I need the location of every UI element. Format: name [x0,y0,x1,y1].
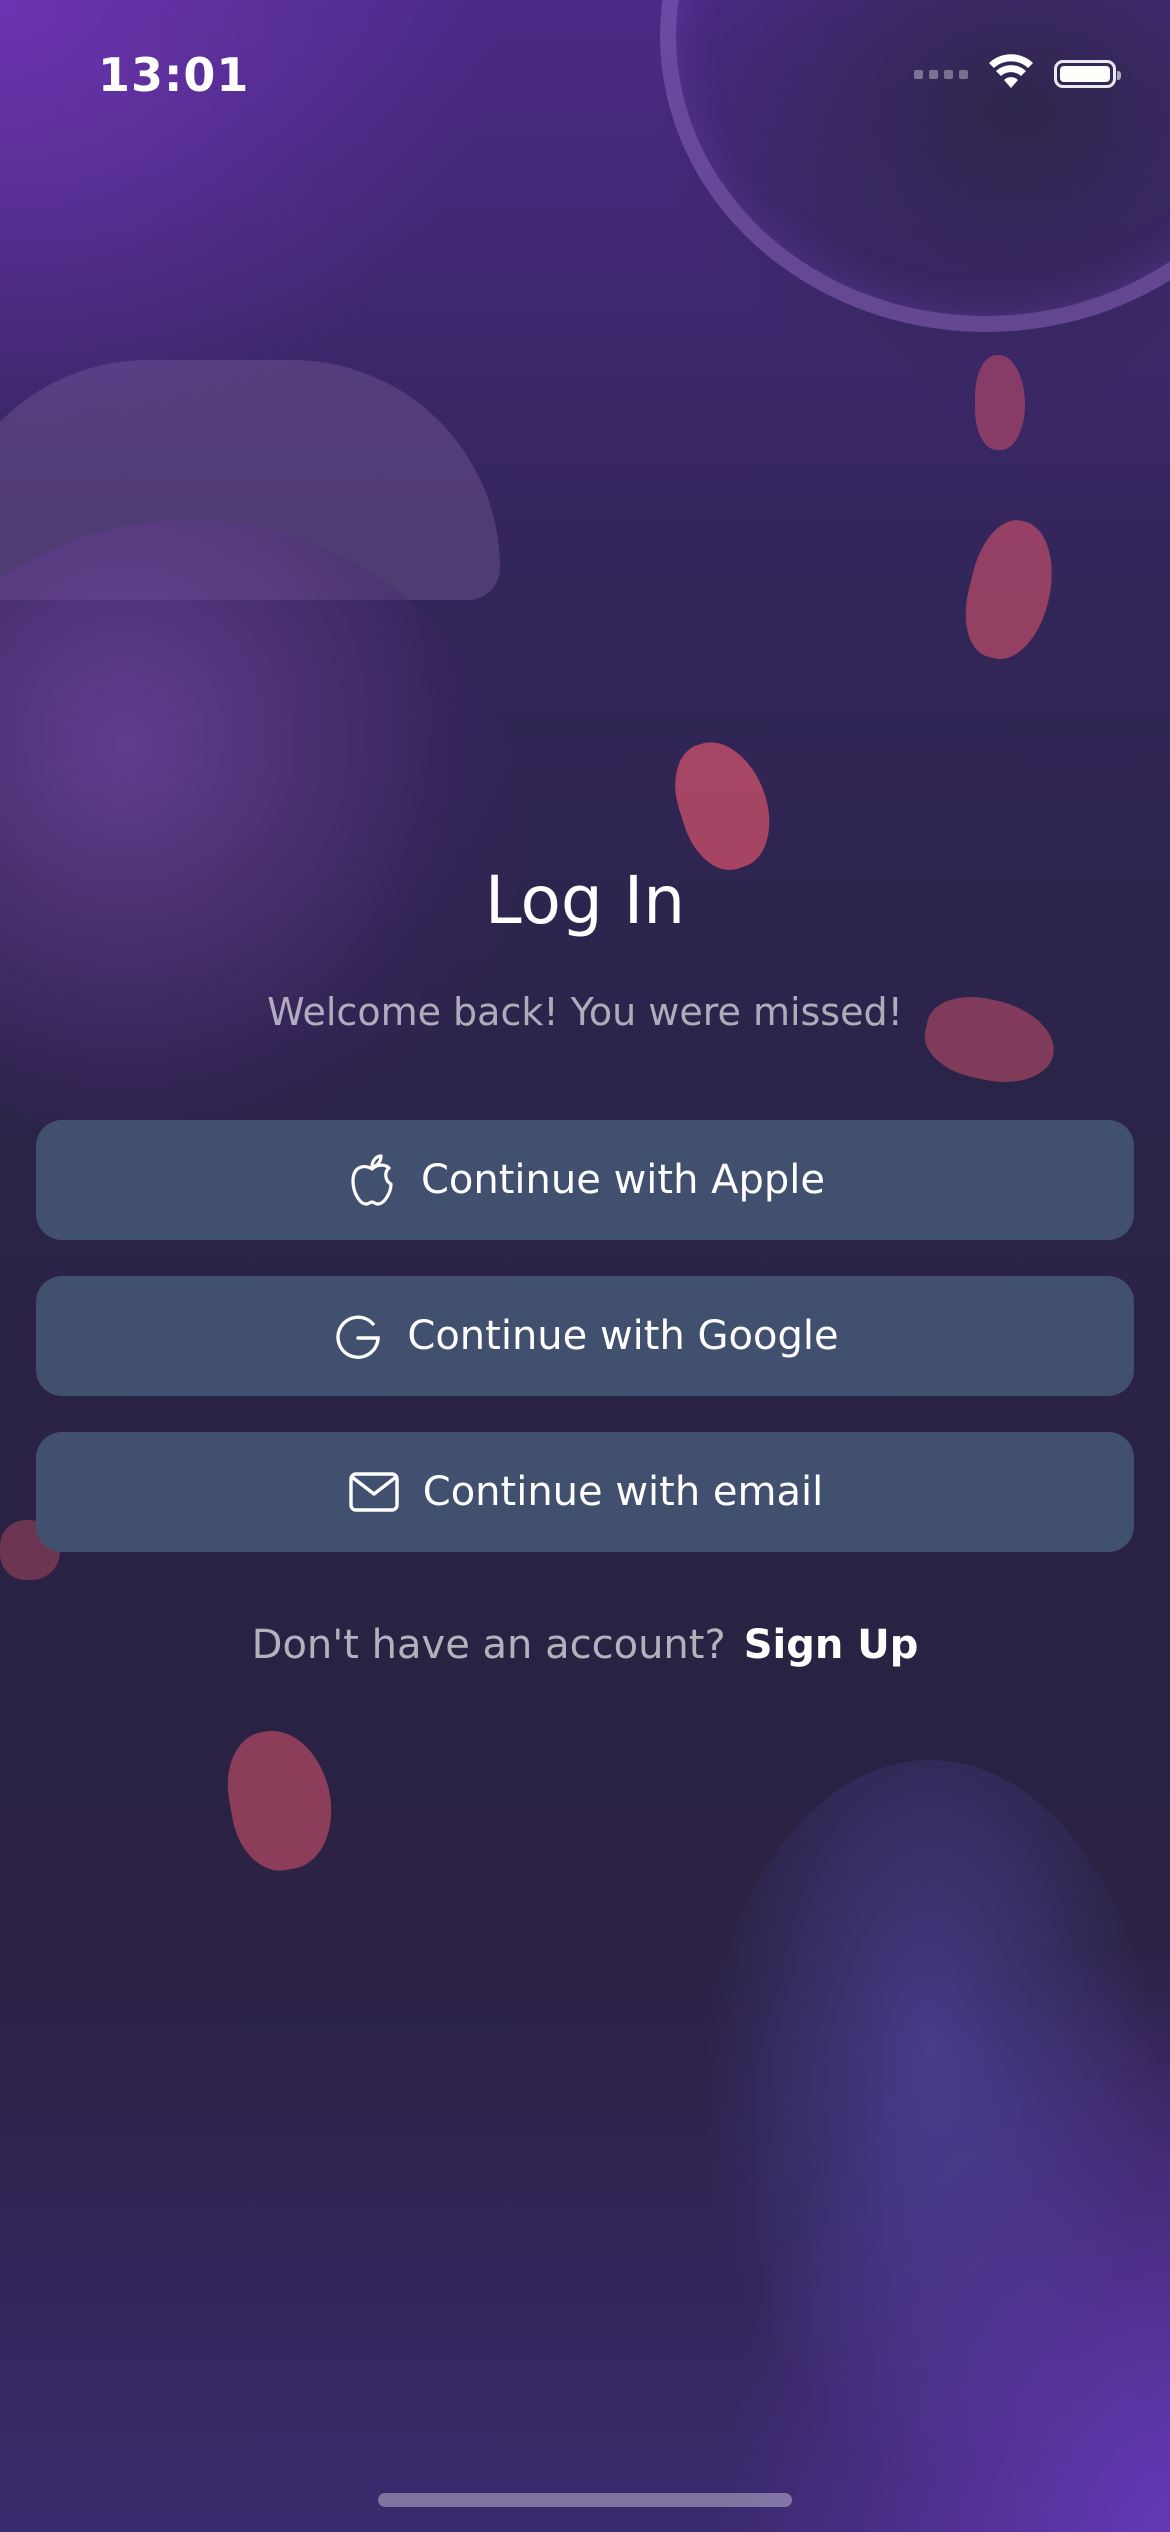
status-icons [914,54,1121,94]
mail-icon [347,1465,401,1519]
continue-with-apple-label: Continue with Apple [420,1157,826,1203]
background-headphone-earcup [0,520,520,1160]
google-icon [331,1309,385,1363]
continue-with-email-button[interactable]: Continue with email [36,1432,1134,1552]
background-pebble [662,729,784,881]
cellular-signal-icon [914,69,968,79]
home-indicator[interactable] [378,2493,792,2507]
background-image [0,0,1170,2532]
signup-prompt: Don't have an account? [251,1622,726,1668]
wifi-icon [988,54,1034,94]
page-subtitle: Welcome back! You were missed! [267,990,903,1034]
continue-with-google-label: Continue with Google [407,1313,839,1359]
continue-with-email-label: Continue with email [422,1469,824,1515]
page-title: Log In [484,862,686,939]
background-pebble [975,355,1025,450]
background-astronaut-figure [700,1760,1160,2480]
signup-row: Don't have an account? Sign Up [0,1622,1170,1668]
apple-icon [345,1153,399,1207]
background-pebble [218,1722,342,1878]
background-pebble [954,512,1066,668]
battery-icon [1054,60,1121,88]
continue-with-google-button[interactable]: Continue with Google [36,1276,1134,1396]
status-time: 13:01 [98,48,250,102]
continue-with-apple-button[interactable]: Continue with Apple [36,1120,1134,1240]
sign-up-link[interactable]: Sign Up [744,1622,919,1668]
background-cup [660,0,1170,332]
